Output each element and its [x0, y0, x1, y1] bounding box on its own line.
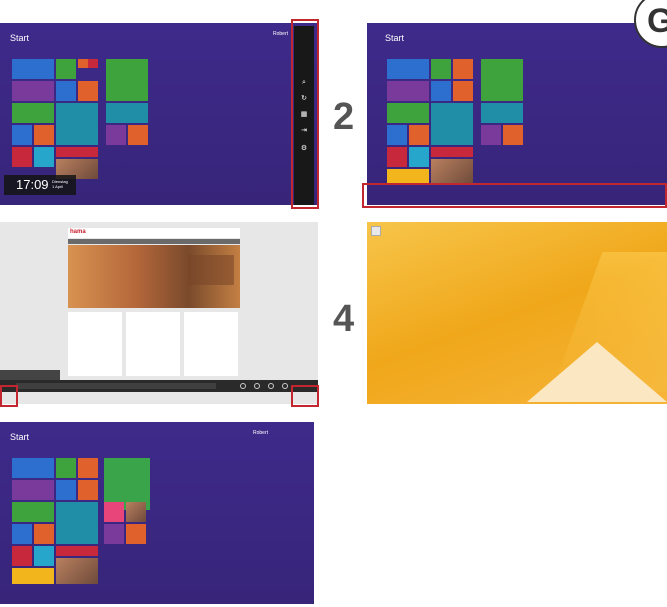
- people-tile[interactable]: [409, 125, 429, 145]
- nav-icon[interactable]: [268, 383, 274, 389]
- clock-time: 17:09: [16, 177, 49, 192]
- hero-text-box: [188, 255, 234, 285]
- skype-tile[interactable]: [12, 524, 32, 544]
- games-tile[interactable]: [106, 125, 126, 145]
- travel-tile[interactable]: [56, 147, 98, 157]
- finance-tile[interactable]: [12, 502, 54, 522]
- onedrive-tile[interactable]: [34, 546, 54, 566]
- video-tile[interactable]: [503, 125, 523, 145]
- store-tile[interactable]: [481, 59, 523, 101]
- mail-tile[interactable]: [12, 59, 54, 79]
- start-title: Start: [10, 33, 30, 43]
- finance-tile[interactable]: [12, 103, 54, 123]
- pin-highlight: [291, 385, 319, 407]
- corner-badge-letter: G: [647, 2, 667, 40]
- content-column[interactable]: [184, 312, 238, 376]
- user-name[interactable]: Robert: [253, 430, 268, 436]
- step-number-2: 2: [333, 96, 355, 138]
- calendar-tile[interactable]: [12, 480, 54, 500]
- photos-tile[interactable]: [56, 59, 76, 79]
- small-tile[interactable]: [78, 59, 88, 68]
- onedrive-tile[interactable]: [409, 147, 429, 167]
- calendar-tile[interactable]: [12, 81, 54, 101]
- games-tile[interactable]: [481, 125, 501, 145]
- small-tile[interactable]: [88, 59, 98, 68]
- instruction-page: Start Robert ⌕ ↻ ▦ ⇥ ⚙ 17:09 Dienstag 1 …: [0, 0, 667, 607]
- tabs-highlight: [0, 385, 18, 407]
- bottom-edge-highlight: [362, 183, 667, 208]
- people-tile[interactable]: [34, 125, 54, 145]
- nav-icon[interactable]: [240, 383, 246, 389]
- start-screen-panel-5: Start Robert: [0, 422, 314, 604]
- site-logo[interactable]: hama: [70, 229, 86, 235]
- clock-overlay: 17:09 Dienstag 1 April: [4, 175, 76, 195]
- user-name[interactable]: Robert: [273, 31, 288, 37]
- content-column[interactable]: [68, 312, 122, 376]
- store-tile[interactable]: [106, 59, 148, 101]
- photos-tile[interactable]: [431, 59, 451, 79]
- music-tile[interactable]: [78, 81, 98, 101]
- pinned-photo-tile[interactable]: [126, 502, 146, 522]
- charms-highlight: [291, 19, 319, 209]
- skype-tile[interactable]: [387, 125, 407, 145]
- photo-tile[interactable]: [56, 558, 98, 584]
- photos-tile[interactable]: [56, 458, 76, 478]
- mail-tile[interactable]: [12, 458, 54, 478]
- small-tile[interactable]: [78, 458, 98, 478]
- finance-tile[interactable]: [387, 103, 429, 123]
- pinned-app-tile[interactable]: [104, 502, 124, 522]
- games-tile[interactable]: [104, 524, 124, 544]
- start-screen-charms-panel: Start Robert ⌕ ↻ ▦ ⇥ ⚙ 17:09 Dienstag 1 …: [0, 23, 318, 205]
- hero-image[interactable]: [68, 245, 240, 308]
- small-tile[interactable]: [453, 59, 473, 79]
- weather-tile[interactable]: [56, 502, 98, 544]
- browser-panel: hama: [0, 222, 318, 404]
- desktop-panel: [367, 222, 667, 404]
- content-column[interactable]: [126, 312, 180, 376]
- news-tile[interactable]: [387, 147, 407, 167]
- sports-tile[interactable]: [106, 103, 148, 123]
- start-title: Start: [10, 432, 30, 442]
- calendar-tile[interactable]: [387, 81, 429, 101]
- clock-date: Dienstag 1 April: [52, 179, 68, 189]
- mail-tile[interactable]: [387, 59, 429, 79]
- desktop-tile[interactable]: [12, 568, 54, 584]
- recycle-bin-icon[interactable]: [371, 226, 381, 236]
- news-tile[interactable]: [12, 147, 32, 167]
- photo-tile[interactable]: [431, 159, 473, 185]
- ie-tile[interactable]: [56, 81, 76, 101]
- start-title: Start: [385, 33, 405, 43]
- site-header: hama: [68, 228, 240, 238]
- news-tile[interactable]: [12, 546, 32, 566]
- tabs-bar[interactable]: [0, 370, 60, 380]
- sports-tile[interactable]: [481, 103, 523, 123]
- nav-icon[interactable]: [254, 383, 260, 389]
- step-number-4: 4: [333, 298, 355, 340]
- nav-icon[interactable]: [282, 383, 288, 389]
- ie-tile[interactable]: [56, 480, 76, 500]
- ie-tile[interactable]: [431, 81, 451, 101]
- url-field[interactable]: [16, 383, 216, 389]
- start-screen-panel-2: Start: [367, 23, 667, 205]
- wallpaper-triangle: [527, 342, 667, 402]
- video-tile[interactable]: [128, 125, 148, 145]
- music-tile[interactable]: [78, 480, 98, 500]
- music-tile[interactable]: [453, 81, 473, 101]
- people-tile[interactable]: [34, 524, 54, 544]
- clock-date-text: 1 April: [52, 184, 64, 189]
- weather-tile[interactable]: [56, 103, 98, 145]
- onedrive-tile[interactable]: [34, 147, 54, 167]
- video-tile[interactable]: [126, 524, 146, 544]
- skype-tile[interactable]: [12, 125, 32, 145]
- site-nav[interactable]: [68, 239, 240, 244]
- address-bar: [0, 380, 318, 392]
- travel-tile[interactable]: [431, 147, 473, 157]
- weather-tile[interactable]: [431, 103, 473, 145]
- travel-tile[interactable]: [56, 546, 98, 556]
